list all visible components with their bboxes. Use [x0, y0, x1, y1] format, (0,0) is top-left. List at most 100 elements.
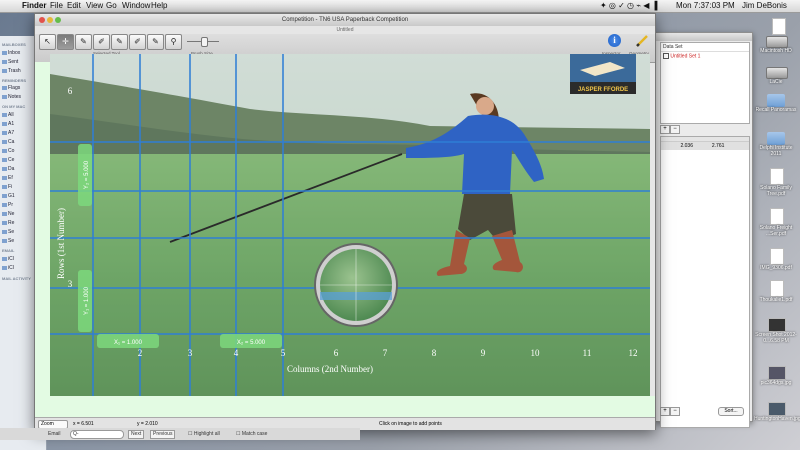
folder-icon — [2, 157, 7, 162]
x-axis-label: Columns (2nd Number) — [287, 364, 373, 374]
mail-item-label: Ne — [8, 211, 15, 217]
desktop-item[interactable]: Recall Panoramas — [754, 94, 798, 113]
folder-icon — [2, 211, 7, 216]
highlight-all-label: Highlight all — [193, 431, 220, 437]
desktop-item[interactable]: Delphi Institute 2011 — [754, 132, 798, 157]
remove-set-button[interactable]: − — [670, 125, 680, 134]
table-row[interactable]: 2.036 2.761 — [661, 142, 749, 150]
menu-edit[interactable]: Edit — [67, 0, 81, 12]
x1-marker[interactable]: X₁ = 1.000 — [97, 334, 159, 348]
y1-marker-label: Y₁ = 1.000 — [84, 286, 90, 315]
desktop-item-label: Screen Shot 2012-0...6.58 PM — [755, 332, 797, 344]
desktop-item[interactable]: HuntingtonHaven.jpg — [754, 402, 800, 422]
set-checkbox[interactable] — [663, 53, 669, 59]
y2-marker[interactable]: Y₂ = 5.000 — [78, 144, 92, 206]
x-tick-label: 9 — [481, 348, 486, 358]
inbox-icon — [2, 50, 7, 55]
brush-tool-5-icon[interactable]: ✎ — [147, 34, 164, 50]
folder-icon — [2, 94, 7, 99]
pdf-icon — [770, 280, 784, 297]
brush-tool-2-icon[interactable]: ✐ — [93, 34, 110, 50]
crosshair-tool-icon[interactable]: ✛ — [57, 34, 74, 50]
document-icon — [772, 18, 786, 35]
desktop-item[interactable]: Thoukalie1.pdf — [754, 280, 798, 303]
window-titlebar: Competition - TN6 USA Paperback Competit… — [35, 14, 655, 26]
menubar-clock[interactable]: Mon 7:37:03 PM — [676, 0, 735, 12]
pdf-icon — [770, 168, 784, 185]
menu-file[interactable]: File — [50, 0, 63, 12]
folder-icon — [2, 175, 7, 180]
points-table[interactable]: 2.036 2.761 — [660, 136, 750, 428]
sort-button[interactable]: Sort... — [718, 407, 744, 416]
match-case-label: Match case — [241, 431, 268, 437]
match-case-checkbox[interactable]: ☐ Match case — [236, 428, 267, 440]
desktop-item-label: HuntingtonHaven.jpg — [754, 416, 800, 422]
x-tick-label: 10 — [531, 348, 541, 358]
status-icons[interactable]: ✦ ◎ ✓ ◷ ⌁ ◀ ▐ — [600, 0, 657, 12]
data-set-row[interactable]: Untitled Set 1 — [661, 52, 749, 60]
data-set-list[interactable]: Data Set Untitled Set 1 — [660, 42, 750, 124]
folder-icon — [2, 256, 7, 261]
hard-drive-icon — [766, 67, 788, 79]
pdf-icon — [770, 208, 784, 225]
status-hint: Click on image to add points — [379, 421, 442, 427]
menubar-user[interactable]: Jim DeBonis — [742, 0, 787, 12]
magnifier-loupe[interactable] — [314, 243, 398, 327]
mail-item-label: Inbox — [8, 50, 21, 56]
image-canvas[interactable]: JASPER FFORDE Rows (1st Number) 6 3 2 3 4 5… — [50, 54, 650, 396]
digitize-canvas[interactable]: JASPER FFORDE Rows (1st Number) 6 3 2 3 4 5… — [50, 54, 650, 396]
find-search-input[interactable]: Q- — [70, 430, 124, 439]
brush-tool-3-icon[interactable]: ✎ — [111, 34, 128, 50]
x-tick-label: 3 — [188, 348, 193, 358]
add-point-button[interactable]: + — [660, 407, 670, 416]
menu-finder[interactable]: Finder — [22, 0, 46, 12]
desktop-item[interactable]: Solano Family Tree.pdf — [754, 168, 798, 197]
find-next-button[interactable]: Next — [128, 430, 145, 439]
desktop-item[interactable]: IMG_9306.pdf — [754, 248, 798, 271]
minimize-window-icon[interactable] — [47, 17, 53, 23]
zoom-label: Zoom — [41, 421, 54, 427]
menu-window[interactable]: Window — [122, 0, 150, 12]
desktop-item[interactable]: Solano Freight ...Ser.pdf — [754, 208, 798, 237]
brush-size-slider[interactable] — [187, 36, 219, 47]
desktop-item[interactable]: Macintosh HD — [754, 36, 798, 54]
mail-item-label: A1 — [8, 121, 15, 127]
menu-go[interactable]: Go — [106, 0, 117, 12]
mail-item-label: Notes — [8, 94, 22, 100]
close-window-icon[interactable] — [39, 17, 45, 23]
folder-icon — [2, 166, 7, 171]
desktop-item-label: Macintosh HD — [760, 48, 792, 54]
x2-marker-label: X₂ = 5.000 — [237, 340, 266, 346]
mailboxes-heading: MAILBOXES — [2, 42, 26, 47]
y-axis-label: Rows (1st Number) — [56, 208, 66, 279]
add-set-button[interactable]: + — [660, 125, 670, 134]
brush-tool-icon[interactable]: ✎ — [75, 34, 92, 50]
menu-bar: Finder File Edit View Go Window Help ✦ ◎… — [0, 0, 800, 13]
desktop-item[interactable]: LaCie — [754, 67, 798, 85]
arrow-tool-icon[interactable]: ↖ — [39, 34, 56, 50]
book-cover-inset: JASPER FFORDE — [570, 54, 636, 94]
x-tick-label: 5 — [281, 348, 286, 358]
find-previous-button[interactable]: Previous — [150, 430, 176, 439]
inspector-info-icon[interactable]: i — [608, 34, 621, 47]
desktop-item[interactable]: pic364dgs.jpg — [754, 366, 798, 386]
brush-tool-4-icon[interactable]: ✐ — [129, 34, 146, 50]
desktop-item[interactable] — [758, 18, 786, 35]
desktop-item-label: Delphi Institute 2011 — [759, 145, 793, 157]
folder-icon — [2, 112, 7, 117]
desktop-item[interactable]: Screen Shot 2012-0...6.58 PM — [754, 318, 798, 344]
menu-help[interactable]: Help — [151, 0, 167, 12]
x2-marker[interactable]: X₂ = 5.000 — [220, 334, 282, 348]
zoom-window-icon[interactable] — [55, 17, 61, 23]
slider-thumb[interactable] — [201, 37, 208, 47]
data-set-name: Untitled Set 1 — [670, 53, 701, 60]
folder-icon — [2, 184, 7, 189]
folder-icon — [2, 85, 7, 90]
menu-view[interactable]: View — [86, 0, 103, 12]
highlight-all-checkbox[interactable]: ☐ Highlight all — [188, 428, 220, 440]
remove-point-button[interactable]: − — [670, 407, 680, 416]
eyedropper-tool-icon[interactable]: ⚲ — [165, 34, 182, 50]
mail-item-label: Ca — [8, 139, 15, 145]
y1-marker[interactable]: Y₁ = 1.000 — [78, 270, 92, 332]
geometry-pencil-icon[interactable] — [635, 34, 649, 48]
